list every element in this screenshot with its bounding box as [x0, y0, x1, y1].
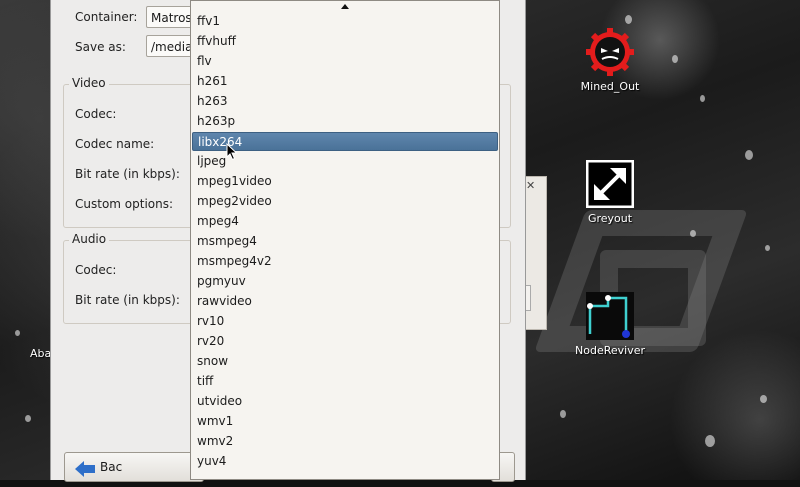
back-arrow-icon: [75, 459, 95, 487]
video-custom-options-label: Custom options:: [75, 197, 174, 211]
mouse-pointer-icon: [226, 142, 238, 164]
codec-option[interactable]: pgmyuv: [192, 272, 498, 291]
desktop-icon-label: NodeReviver: [575, 344, 645, 357]
nodereviver-icon: [586, 292, 634, 340]
desktop-icon-label-partial[interactable]: Aba: [30, 347, 51, 360]
codec-dropdown-list[interactable]: ffv1 ffvhuff flv h261 h263 h263p libx264…: [190, 0, 500, 480]
codec-option[interactable]: flv: [192, 52, 498, 71]
desktop-icon-label: Greyout: [587, 212, 633, 225]
video-bitrate-label: Bit rate (in kbps):: [75, 167, 180, 181]
scroll-up-arrow-icon[interactable]: [191, 1, 499, 11]
water-drop: [625, 15, 632, 24]
video-codec-name-label: Codec name:: [75, 137, 155, 151]
water-drop: [672, 55, 678, 63]
audio-bitrate-label: Bit rate (in kbps):: [75, 293, 180, 307]
codec-option[interactable]: wmv1: [192, 412, 498, 431]
desktop-icon-nodereviver[interactable]: NodeReviver: [560, 292, 660, 357]
codec-option[interactable]: ffvhuff: [192, 32, 498, 51]
water-drop: [705, 435, 715, 447]
audio-codec-label: Codec:: [75, 263, 117, 277]
back-button[interactable]: Bac: [64, 452, 204, 482]
codec-option[interactable]: rv20: [192, 332, 498, 351]
greyout-icon: [585, 159, 635, 209]
water-drop: [745, 150, 753, 160]
codec-option[interactable]: ffv1: [192, 12, 498, 31]
codec-option[interactable]: h263: [192, 92, 498, 111]
codec-option[interactable]: yuv4: [192, 452, 498, 471]
mined-out-icon: [586, 28, 634, 76]
water-drop: [690, 230, 696, 237]
codec-option[interactable]: msmpeg4v2: [192, 252, 498, 271]
desktop-icon-label: Mined_Out: [580, 80, 640, 93]
codec-option[interactable]: tiff: [192, 372, 498, 391]
codec-option[interactable]: utvideo: [192, 392, 498, 411]
codec-option[interactable]: rawvideo: [192, 292, 498, 311]
video-codec-label: Codec:: [75, 107, 117, 121]
close-icon[interactable]: ✕: [526, 179, 535, 192]
desktop-icon-greyout[interactable]: Greyout: [560, 159, 660, 225]
water-drop: [560, 410, 566, 418]
water-drop: [700, 95, 705, 102]
codec-option[interactable]: snow: [192, 352, 498, 371]
codec-option[interactable]: h261: [192, 72, 498, 91]
water-drop: [15, 330, 20, 336]
desktop-icon-mined-out[interactable]: Mined_Out: [560, 28, 660, 93]
codec-option[interactable]: rv10: [192, 312, 498, 331]
video-group-title: Video: [69, 76, 109, 90]
codec-option[interactable]: mpeg1video: [192, 172, 498, 191]
back-button-label: Bac: [100, 460, 123, 474]
water-drop: [760, 395, 767, 403]
container-label: Container:: [75, 10, 138, 24]
audio-group-title: Audio: [69, 232, 110, 246]
codec-option[interactable]: mpeg4: [192, 212, 498, 231]
codec-option[interactable]: msmpeg4: [192, 232, 498, 251]
water-drop: [765, 245, 770, 251]
save-as-label: Save as:: [75, 40, 126, 54]
codec-option[interactable]: wmv2: [192, 432, 498, 451]
water-drop: [25, 415, 31, 422]
codec-option[interactable]: mpeg2video: [192, 192, 498, 211]
codec-option[interactable]: h263p: [192, 112, 498, 131]
